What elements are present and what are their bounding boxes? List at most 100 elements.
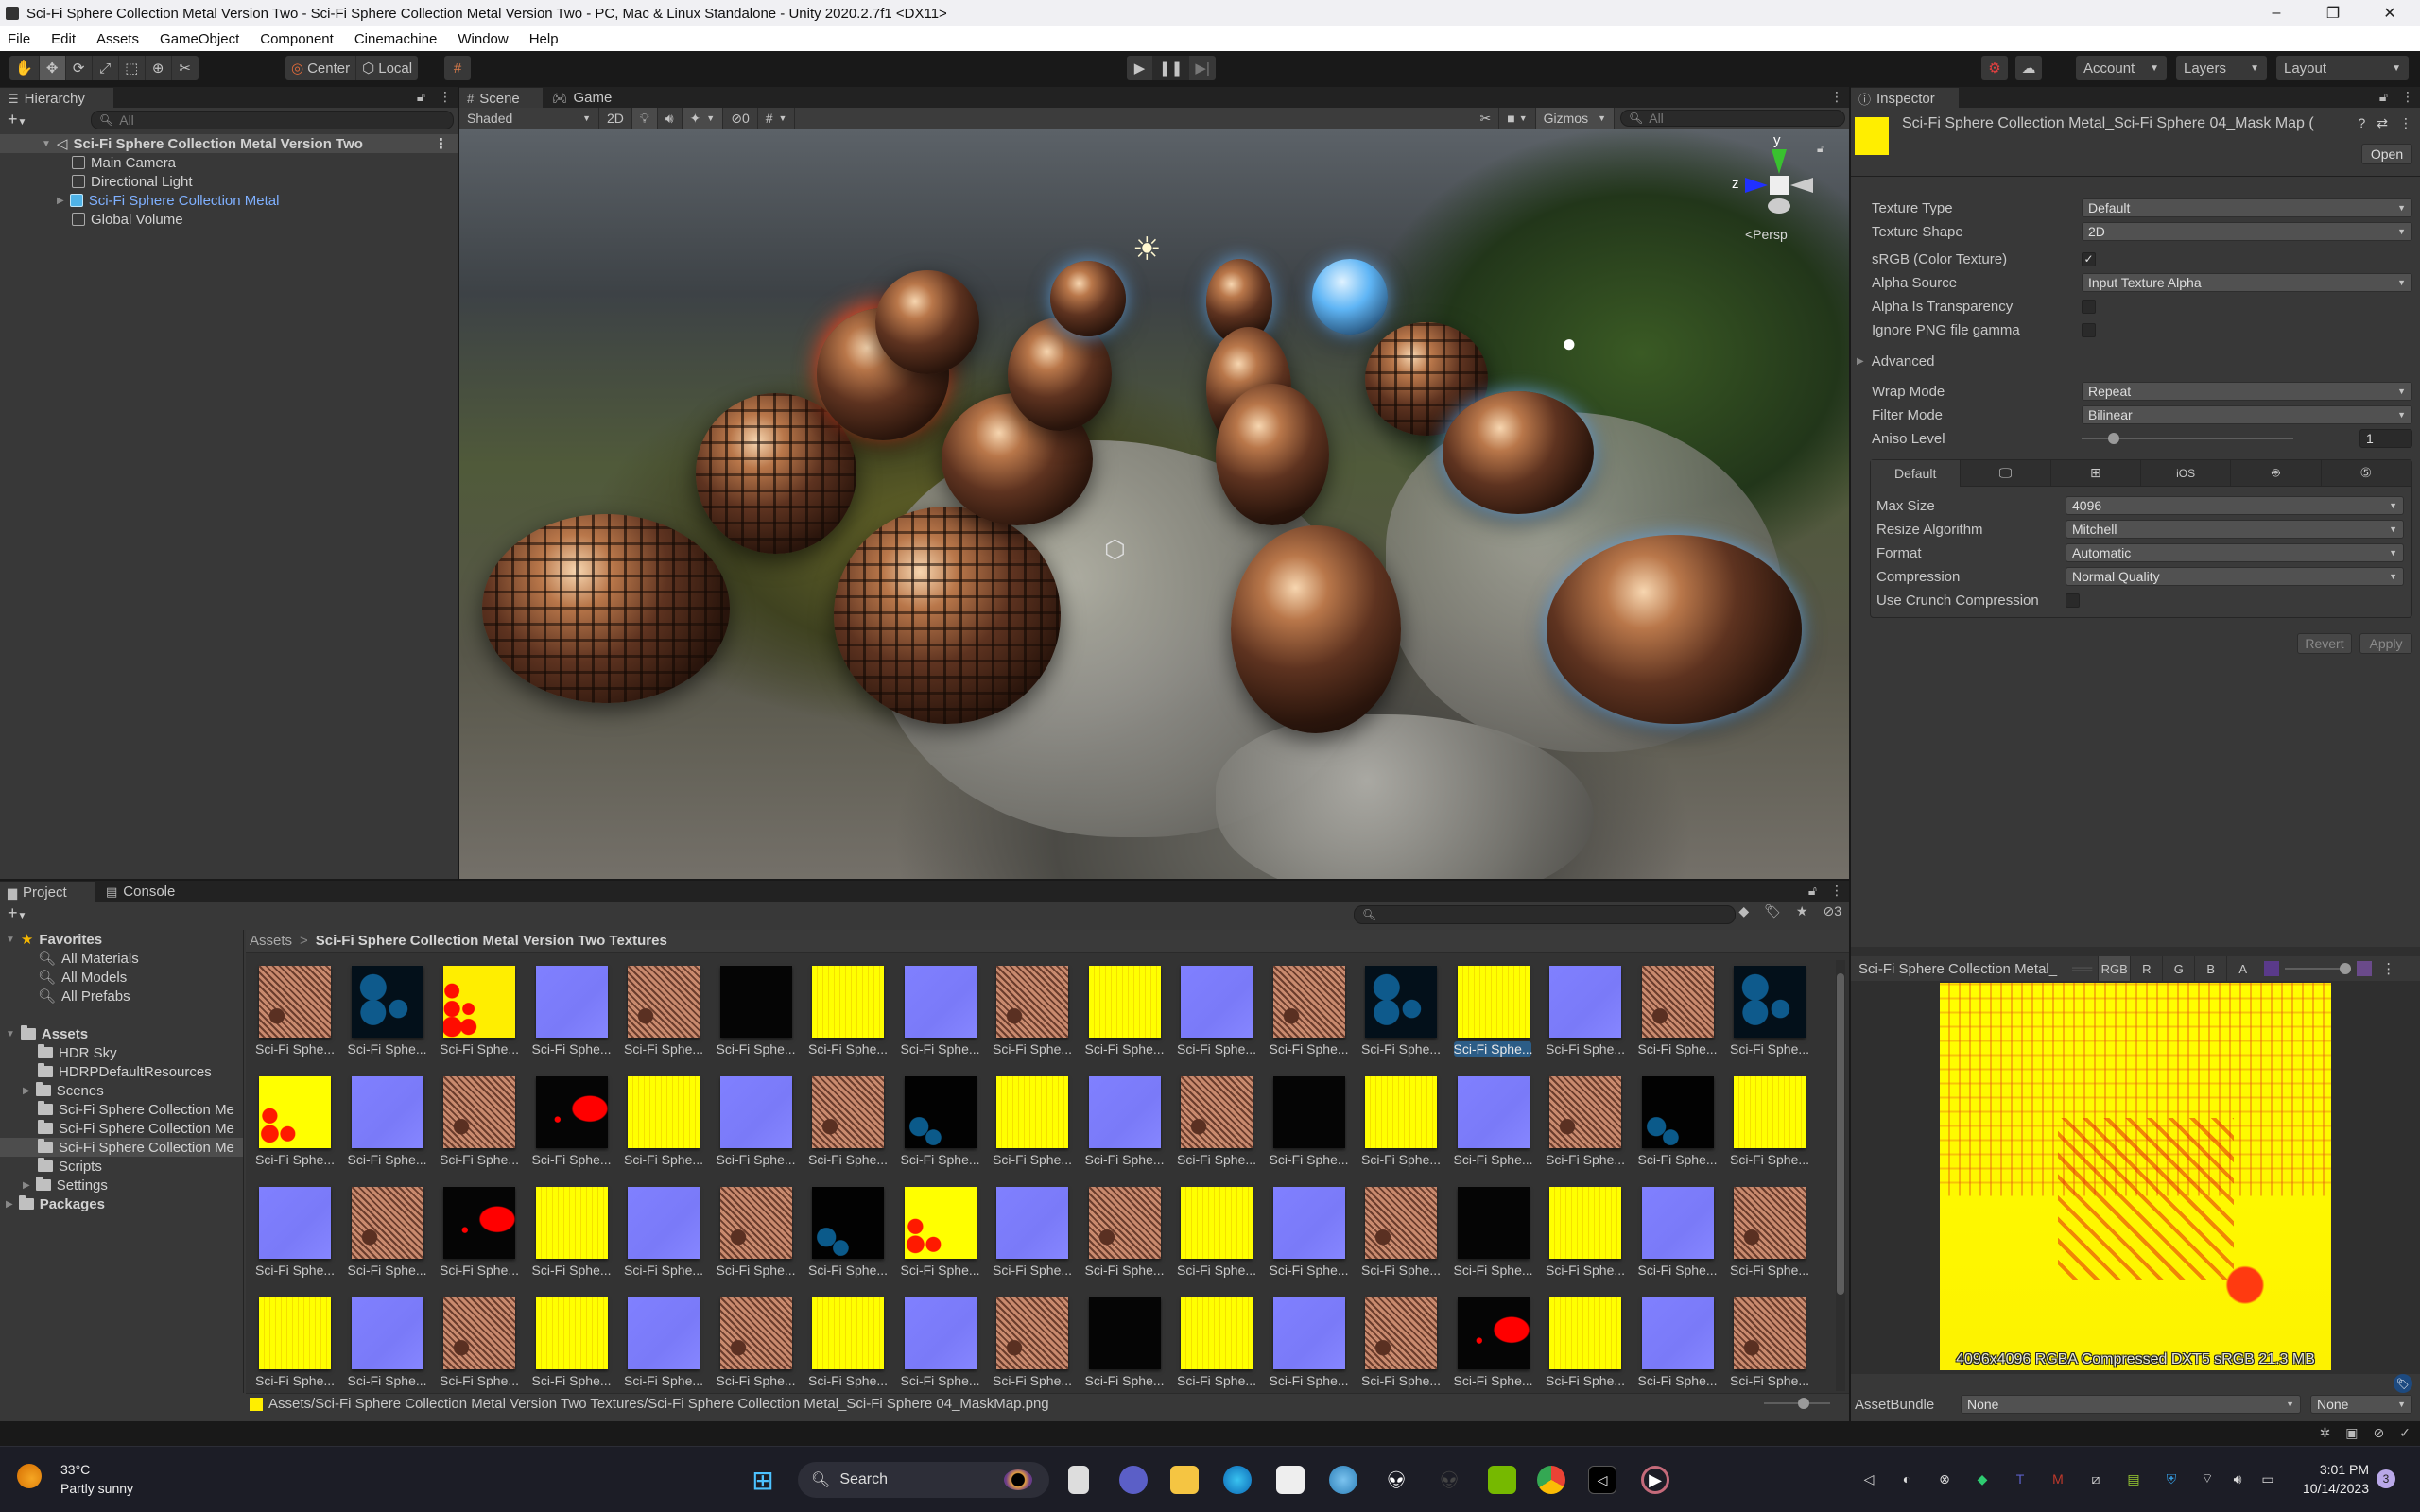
tab-scene[interactable]: # Scene bbox=[459, 88, 543, 108]
sphere[interactable] bbox=[1547, 535, 1802, 724]
asset-thumbnail[interactable]: Sci-Fi Sphe... bbox=[1270, 1187, 1349, 1287]
tab-project[interactable]: ▆ Project bbox=[0, 882, 95, 902]
expand-arrow-icon[interactable]: ▶ bbox=[57, 196, 64, 206]
packages-node[interactable]: ▶ Packages bbox=[0, 1194, 243, 1213]
platform-tab-webgl[interactable]: ⑤ bbox=[2321, 460, 2411, 487]
hidden-packages-toggle[interactable]: ⊘3 bbox=[1823, 903, 1841, 919]
assets-node[interactable]: ▼ Assets bbox=[0, 1024, 243, 1043]
tray-xbox-icon[interactable]: ⊗ bbox=[1936, 1470, 1953, 1487]
teams-meet-icon[interactable] bbox=[1119, 1466, 1148, 1494]
gizmo-center-cube[interactable] bbox=[1770, 176, 1789, 195]
max-size-dropdown[interactable]: 4096 ▼ bbox=[2066, 496, 2404, 515]
gizmo-neg-y-axis[interactable] bbox=[1768, 198, 1790, 214]
audio-toggle-icon[interactable]: 🔊︎ bbox=[658, 108, 683, 129]
asset-thumbnail[interactable]: Sci-Fi Sphe... bbox=[1085, 1076, 1165, 1177]
asset-thumbnail[interactable]: Sci-Fi Sphe... bbox=[901, 1076, 980, 1177]
asset-thumbnail[interactable]: Sci-Fi Sphe... bbox=[1454, 1297, 1533, 1398]
sphere[interactable] bbox=[482, 514, 730, 703]
asset-thumbnail[interactable]: Sci-Fi Sphe... bbox=[255, 1187, 335, 1287]
asset-thumbnail[interactable]: Sci-Fi Sphe... bbox=[901, 1297, 980, 1398]
assetbundle-name-dropdown[interactable]: None ▼ bbox=[1961, 1395, 2301, 1414]
channel-a-button[interactable]: A bbox=[2226, 956, 2258, 981]
create-add-button[interactable]: +▼ bbox=[8, 110, 26, 129]
asset-thumbnail[interactable]: Sci-Fi Sphe... bbox=[901, 1187, 980, 1287]
asset-thumbnail[interactable]: Sci-Fi Sphe... bbox=[901, 966, 980, 1066]
folder-item-selected[interactable]: Sci-Fi Sphere Collection Me bbox=[0, 1138, 243, 1157]
projection-label[interactable]: <Persp bbox=[1745, 227, 1788, 242]
project-search-input[interactable]: 🔍︎ bbox=[1354, 905, 1736, 924]
platform-tab-android[interactable]: 🤖︎ bbox=[2231, 460, 2322, 487]
battery-icon[interactable]: ▭ bbox=[2259, 1470, 2276, 1487]
more-options-icon[interactable]: ⋮ bbox=[439, 89, 452, 105]
thumbnail-size-slider[interactable] bbox=[1764, 1398, 1830, 1409]
lock-icon[interactable]: 🔓︎ bbox=[2379, 89, 2388, 105]
apply-button[interactable]: Apply bbox=[2360, 633, 2412, 654]
asset-thumbnail[interactable]: Sci-Fi Sphe... bbox=[532, 1076, 612, 1177]
rotate-tool-icon[interactable]: ⟳ bbox=[66, 56, 93, 80]
custom-tool-icon[interactable]: ✂ bbox=[172, 56, 199, 80]
breadcrumb-current[interactable]: Sci-Fi Sphere Collection Metal Version T… bbox=[316, 933, 667, 949]
hidden-objects-toggle[interactable]: ⊘ 0 bbox=[723, 108, 758, 129]
progress-check-icon[interactable]: ✓ bbox=[2399, 1425, 2411, 1441]
auto-generate-lighting-icon[interactable]: ⊘ bbox=[2374, 1425, 2385, 1441]
create-asset-button[interactable]: +▼ bbox=[8, 903, 26, 923]
breadcrumb-root[interactable]: Assets bbox=[250, 933, 292, 949]
gizmo-x-axis[interactable] bbox=[1790, 178, 1813, 193]
asset-thumbnail[interactable]: Sci-Fi Sphe... bbox=[993, 966, 1072, 1066]
tab-game[interactable]: 🎮︎ Game bbox=[544, 88, 619, 108]
texture-shape-dropdown[interactable]: 2D ▼ bbox=[2082, 222, 2412, 241]
minimize-button[interactable]: – bbox=[2250, 0, 2303, 26]
gizmos-dropdown[interactable]: Gizmos ▼ bbox=[1535, 108, 1615, 129]
asset-thumbnail[interactable]: Sci-Fi Sphe... bbox=[1453, 966, 1533, 1066]
presets-icon[interactable]: ⇄ bbox=[2377, 115, 2388, 131]
platform-tab-standalone[interactable]: 🖵︎ bbox=[1961, 460, 2051, 487]
weather-desc[interactable]: Partly sunny bbox=[60, 1481, 133, 1496]
menu-component[interactable]: Component bbox=[250, 31, 344, 47]
asset-thumbnail[interactable]: Sci-Fi Sphe... bbox=[255, 1076, 335, 1177]
scene-more-icon[interactable]: ⋮ bbox=[434, 135, 448, 152]
asset-thumbnail[interactable]: Sci-Fi Sphe... bbox=[348, 966, 427, 1066]
asset-thumbnail[interactable]: Sci-Fi Sphe... bbox=[1361, 1187, 1441, 1287]
expand-arrow-icon[interactable]: ▼ bbox=[6, 1029, 15, 1040]
sphere[interactable] bbox=[1050, 261, 1126, 336]
asset-thumbnail[interactable]: Sci-Fi Sphe... bbox=[1730, 1297, 1809, 1398]
scene-search-input[interactable]: 🔍︎ All bbox=[1620, 110, 1845, 127]
project-scrollbar[interactable] bbox=[1836, 960, 1845, 1391]
asset-thumbnail[interactable]: Sci-Fi Sphe... bbox=[993, 1297, 1072, 1398]
expand-arrow-icon[interactable]: ▼ bbox=[42, 139, 51, 149]
close-button[interactable]: ✕ bbox=[2363, 0, 2416, 26]
clock-date[interactable]: 10/14/2023 bbox=[2295, 1481, 2369, 1496]
file-explorer-icon[interactable] bbox=[1170, 1466, 1199, 1494]
asset-thumbnail[interactable]: Sci-Fi Sphe... bbox=[1361, 1297, 1441, 1398]
asset-thumbnail[interactable]: Sci-Fi Sphe... bbox=[440, 1297, 519, 1398]
lock-icon[interactable]: 🔓︎ bbox=[1808, 883, 1817, 899]
directional-light-gizmo-icon[interactable]: ☀ bbox=[1132, 231, 1161, 268]
asset-thumbnail[interactable]: Sci-Fi Sphe... bbox=[1270, 966, 1349, 1066]
collab-button[interactable]: ⚙ bbox=[1981, 56, 2008, 80]
camera-settings-icon[interactable]: ■ ▼ bbox=[1499, 108, 1536, 129]
asset-thumbnail[interactable]: Sci-Fi Sphe... bbox=[624, 1187, 703, 1287]
asset-thumbnail[interactable]: Sci-Fi Sphe... bbox=[532, 1297, 612, 1398]
platform-tab-ios[interactable]: iOS bbox=[2140, 460, 2232, 487]
tray-mcafee-icon[interactable]: M bbox=[2049, 1470, 2066, 1487]
cloud-button[interactable]: ☁ bbox=[2015, 56, 2042, 80]
folder-item[interactable]: ▶ Settings bbox=[0, 1176, 243, 1194]
format-dropdown[interactable]: Automatic ▼ bbox=[2066, 543, 2404, 562]
effects-toggle-icon[interactable]: ✦ ▼ bbox=[682, 108, 724, 129]
asset-thumbnail[interactable]: Sci-Fi Sphe... bbox=[1638, 966, 1718, 1066]
weather-temp[interactable]: 33°C bbox=[60, 1462, 90, 1477]
camera-gizmo-icon[interactable]: ● bbox=[1562, 329, 1577, 358]
favorite-item[interactable]: 🔍︎ All Prefabs bbox=[0, 987, 243, 1005]
asset-thumbnail[interactable]: Sci-Fi Sphe... bbox=[1638, 1297, 1718, 1398]
asset-thumbnail[interactable]: Sci-Fi Sphe... bbox=[440, 1187, 519, 1287]
alienware-dark-icon[interactable]: 👽︎ bbox=[1435, 1466, 1463, 1494]
crunch-checkbox[interactable] bbox=[2066, 593, 2080, 608]
asset-thumbnail[interactable]: Sci-Fi Sphe... bbox=[808, 1076, 888, 1177]
taskbar-search[interactable]: 🔍︎ Search bbox=[798, 1462, 1049, 1498]
edge-icon[interactable] bbox=[1223, 1466, 1252, 1494]
tray-app-icon[interactable]: ◆ bbox=[1974, 1470, 1991, 1487]
folder-item[interactable]: HDR Sky bbox=[0, 1043, 243, 1062]
asset-thumbnail[interactable]: Sci-Fi Sphe... bbox=[717, 1297, 796, 1398]
gizmo-z-axis[interactable] bbox=[1745, 178, 1768, 193]
asset-thumbnail[interactable]: Sci-Fi Sphe... bbox=[717, 1076, 796, 1177]
